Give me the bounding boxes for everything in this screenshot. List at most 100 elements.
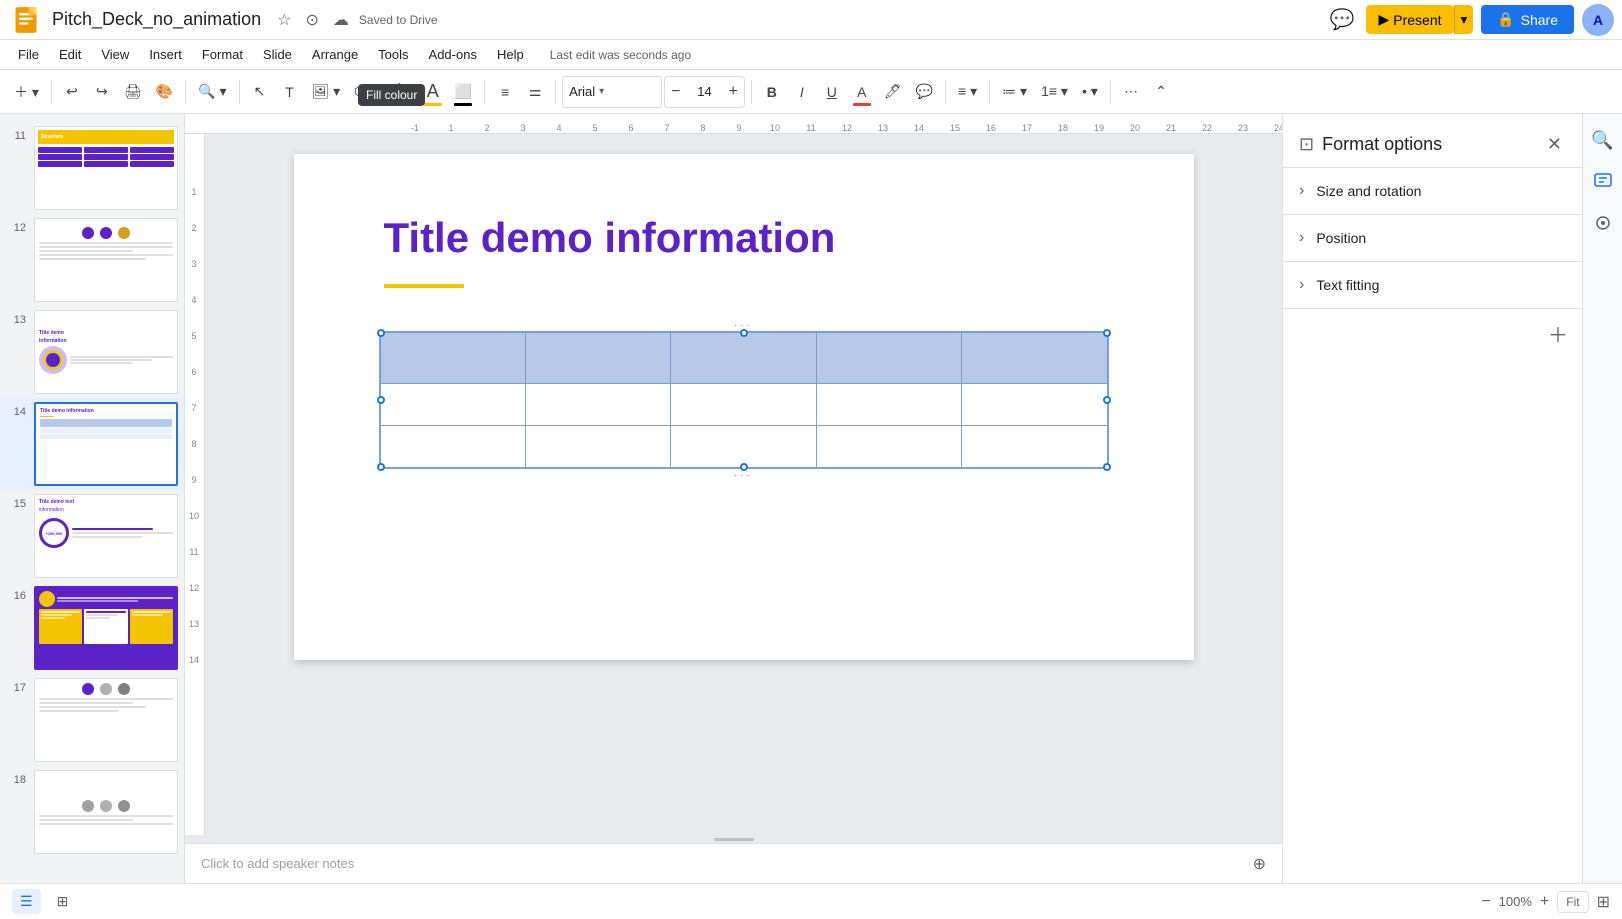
- slide-canvas[interactable]: Title demo information ···: [294, 154, 1194, 660]
- present-dropdown-button[interactable]: ▾: [1454, 5, 1474, 34]
- table-header-cell-5[interactable]: [962, 333, 1106, 383]
- font-size-value[interactable]: 14: [686, 84, 722, 99]
- more-options-button[interactable]: ⋯: [1117, 76, 1145, 108]
- menu-arrange[interactable]: Arrange: [302, 43, 368, 66]
- highlight-button[interactable]: 🖊: [878, 76, 908, 108]
- zoom-button[interactable]: 🔍 ▾: [192, 76, 232, 108]
- zoom-out-button[interactable]: −: [1481, 893, 1490, 911]
- grid-view-button[interactable]: ⊞: [49, 889, 77, 914]
- expand-notes-button[interactable]: ⊕: [1253, 854, 1266, 874]
- table-header-cell-3[interactable]: [671, 333, 816, 383]
- add-format-button[interactable]: ＋: [1542, 317, 1574, 349]
- slide-item-16[interactable]: 16: [0, 582, 184, 674]
- table-body-cell-1-5[interactable]: [962, 384, 1106, 425]
- strip-explore-button[interactable]: 🔍: [1583, 122, 1621, 159]
- table-body-row-2[interactable]: [381, 425, 1107, 467]
- image-button[interactable]: 🖼 ▾: [306, 76, 347, 108]
- format-close-button[interactable]: ✕: [1543, 130, 1566, 159]
- table-header-row[interactable]: [381, 333, 1107, 383]
- selection-handle-tm[interactable]: [740, 329, 748, 337]
- selection-handle-tl[interactable]: [377, 329, 385, 337]
- list-style-button[interactable]: ≔ ▾: [996, 76, 1033, 108]
- table-header-cell-2[interactable]: [526, 333, 671, 383]
- slide-item-18[interactable]: 18: [0, 766, 184, 858]
- menu-file[interactable]: File: [8, 43, 49, 66]
- bullet-list-button[interactable]: • ▾: [1076, 76, 1104, 108]
- format-section-text-fitting-header[interactable]: › Text fitting: [1283, 262, 1582, 308]
- undo-button[interactable]: ↩: [58, 76, 86, 108]
- slide-title[interactable]: Title demo information: [384, 214, 836, 262]
- collapse-toolbar-button[interactable]: ⌃: [1147, 76, 1175, 108]
- bold-button[interactable]: B: [758, 76, 786, 108]
- table-body-row-1[interactable]: [381, 383, 1107, 425]
- border-color-button[interactable]: ⬜: [449, 76, 478, 108]
- align-button[interactable]: ≡ ▾: [952, 76, 983, 108]
- column-button[interactable]: ⚌: [521, 76, 549, 108]
- slide-table[interactable]: ···: [379, 319, 1109, 481]
- star-button[interactable]: ☆: [273, 8, 295, 32]
- selection-handle-br[interactable]: [1103, 463, 1111, 471]
- font-selector[interactable]: Arial ▾: [562, 76, 662, 108]
- slide-item-17[interactable]: 17: [0, 674, 184, 766]
- menu-format[interactable]: Format: [192, 43, 253, 66]
- table-body-cell-2-4[interactable]: [817, 426, 962, 467]
- app-logo[interactable]: [8, 2, 44, 38]
- slide-item-12[interactable]: 12: [0, 214, 184, 306]
- numbered-list-button[interactable]: 1≡ ▾: [1035, 76, 1074, 108]
- table-header-cell-1[interactable]: [381, 333, 526, 383]
- cursor-button[interactable]: ↖: [246, 76, 274, 108]
- table-container[interactable]: ···: [379, 319, 1109, 481]
- table-body-cell-2-3[interactable]: [671, 426, 816, 467]
- menu-addons[interactable]: Add-ons: [419, 43, 487, 66]
- menu-edit[interactable]: Edit: [49, 43, 91, 66]
- strip-animations-button[interactable]: [1586, 206, 1620, 245]
- slide-item-11[interactable]: 11 Structure: [0, 122, 184, 214]
- table-body-cell-2-1[interactable]: [381, 426, 526, 467]
- share-button[interactable]: 🔒 Share: [1481, 5, 1574, 34]
- selection-handle-bl[interactable]: [377, 463, 385, 471]
- selection-handle-tr[interactable]: [1103, 329, 1111, 337]
- underline-button[interactable]: U: [818, 76, 846, 108]
- selection-handle-bm[interactable]: [740, 463, 748, 471]
- table-body-cell-2-5[interactable]: [962, 426, 1106, 467]
- present-button[interactable]: ▶ Present: [1366, 5, 1453, 34]
- menu-help[interactable]: Help: [487, 43, 534, 66]
- table-body-cell-1-1[interactable]: [381, 384, 526, 425]
- selection-handle-mr[interactable]: [1103, 396, 1111, 404]
- zoom-in-button[interactable]: +: [1540, 893, 1549, 911]
- toolbar-add-button[interactable]: ＋ ▾: [8, 76, 45, 108]
- slide-item-13[interactable]: 13 Title demo information: [0, 306, 184, 398]
- table-body-cell-1-2[interactable]: [526, 384, 671, 425]
- table-body-cell-1-3[interactable]: [671, 384, 816, 425]
- notes-resize-handle[interactable]: [185, 835, 1282, 843]
- menu-tools[interactable]: Tools: [368, 43, 418, 66]
- fit-slide-button[interactable]: Fit: [1557, 891, 1588, 913]
- speaker-notes-area[interactable]: Click to add speaker notes ⊕: [185, 843, 1282, 883]
- strip-format-button[interactable]: [1586, 163, 1620, 202]
- menu-insert[interactable]: Insert: [139, 43, 192, 66]
- slide-canvas-wrap[interactable]: Title demo information ···: [185, 134, 1282, 835]
- redo-button[interactable]: ↪: [88, 76, 116, 108]
- table-body-cell-1-4[interactable]: [817, 384, 962, 425]
- table-body-cell-2-2[interactable]: [526, 426, 671, 467]
- table-header-cell-4[interactable]: [817, 333, 962, 383]
- link-button[interactable]: 💬: [910, 76, 939, 108]
- document-title[interactable]: Pitch_Deck_no_animation: [52, 9, 261, 30]
- table-wrapper[interactable]: [379, 331, 1109, 469]
- text-button[interactable]: T: [276, 76, 304, 108]
- menu-slide[interactable]: Slide: [253, 43, 302, 66]
- move-button[interactable]: ⊙: [301, 8, 322, 32]
- selection-handle-ml[interactable]: [377, 396, 385, 404]
- format-section-size-header[interactable]: › Size and rotation: [1283, 168, 1582, 214]
- italic-button[interactable]: I: [788, 76, 816, 108]
- slide-item-15[interactable]: 15 Title demo text information +250,000: [0, 490, 184, 582]
- font-size-increase-button[interactable]: +: [722, 79, 743, 105]
- menu-view[interactable]: View: [91, 43, 139, 66]
- fullscreen-button[interactable]: ⊞: [1597, 892, 1610, 912]
- slide-list-view-button[interactable]: ☰: [12, 889, 41, 914]
- format-section-position-header[interactable]: › Position: [1283, 215, 1582, 261]
- avatar[interactable]: A: [1582, 4, 1614, 36]
- cloud-button[interactable]: ☁: [329, 8, 353, 32]
- paint-format-button[interactable]: 🎨: [150, 76, 179, 108]
- line-spacing-button[interactable]: ≡: [491, 76, 519, 108]
